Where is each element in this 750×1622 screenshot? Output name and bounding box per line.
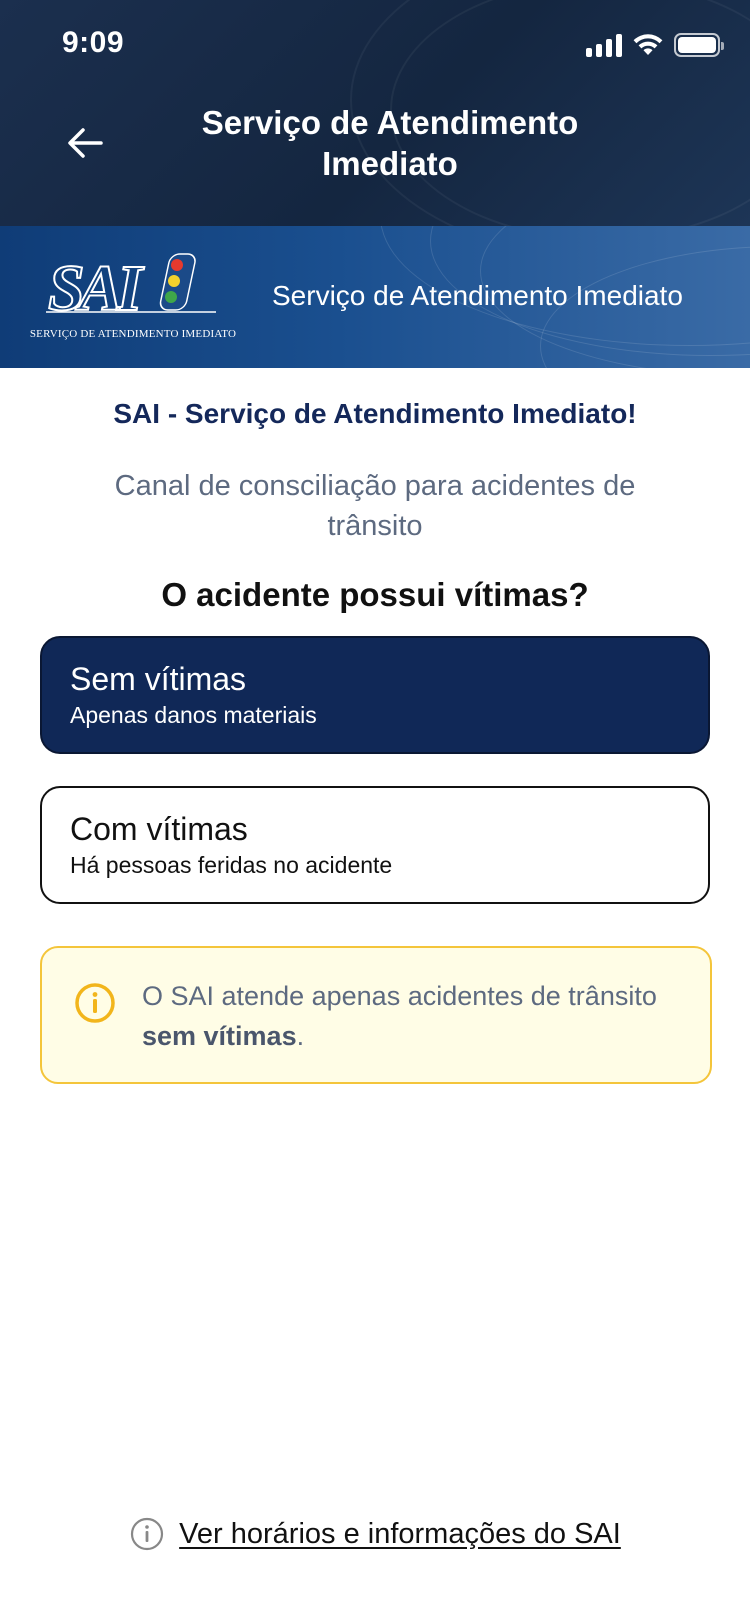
svg-text:SAI: SAI bbox=[48, 252, 145, 325]
status-icons bbox=[586, 30, 724, 60]
info-link[interactable]: Ver horários e informações do SAI bbox=[0, 1512, 750, 1556]
subtitle: Canal de consciliação para acidentes de … bbox=[114, 470, 636, 542]
page-title: Serviço de Atendimento Imediato bbox=[201, 104, 579, 182]
info-link-text[interactable]: Ver horários e informações do SAI bbox=[179, 1518, 621, 1551]
arrow-left-icon bbox=[68, 128, 103, 158]
option-com-vitimas[interactable]: Com vítimas Há pessoas feridas no aciden… bbox=[40, 786, 710, 904]
banner-title: Serviço de Atendimento Imediato bbox=[272, 280, 683, 311]
notice-box: O SAI atende apenas acidentes de trânsit… bbox=[40, 946, 712, 1084]
status-time: 9:09 bbox=[62, 26, 125, 59]
sai-logo-mark: SAI bbox=[46, 251, 216, 326]
notice-text: O SAI atende apenas acidentes de trânsit… bbox=[142, 976, 682, 1056]
option-title: Com vítimas bbox=[70, 811, 248, 847]
notice-text-bold: sem vítimas bbox=[142, 1021, 297, 1051]
option-description: Há pessoas feridas no acidente bbox=[70, 852, 393, 878]
notice-text-end: . bbox=[296, 1021, 305, 1051]
main-heading: SAI - Serviço de Atendimento Imediato! bbox=[113, 398, 637, 429]
app-header: 9:09 Serviço de Atendimento Imediato bbox=[0, 0, 750, 226]
info-icon bbox=[75, 983, 115, 1023]
sai-logo: SAI SERVIÇO DE ATENDIMENTO IMEDIATO bbox=[26, 248, 236, 358]
info-outline-icon bbox=[131, 1517, 164, 1551]
back-button[interactable] bbox=[60, 118, 110, 168]
option-sem-vitimas[interactable]: Sem vítimas Apenas danos materiais bbox=[40, 636, 710, 754]
notice-text-start: O SAI atende apenas acidentes de trânsit… bbox=[142, 981, 657, 1011]
option-description: Apenas danos materiais bbox=[70, 702, 317, 728]
victims-question: O acidente possui vítimas? bbox=[161, 576, 589, 613]
sai-banner: SAI SERVIÇO DE ATENDIMENTO IMEDIATO Serv… bbox=[0, 226, 750, 368]
logo-caption: SERVIÇO DE ATENDIMENTO IMEDIATO bbox=[29, 328, 237, 340]
cellular-signal-icon bbox=[586, 33, 622, 57]
option-title: Sem vítimas bbox=[70, 661, 247, 697]
screen: 9:09 Serviço de Atendimento Imediato SAI… bbox=[0, 0, 750, 1622]
battery-icon bbox=[674, 33, 724, 57]
wifi-icon bbox=[633, 34, 663, 55]
